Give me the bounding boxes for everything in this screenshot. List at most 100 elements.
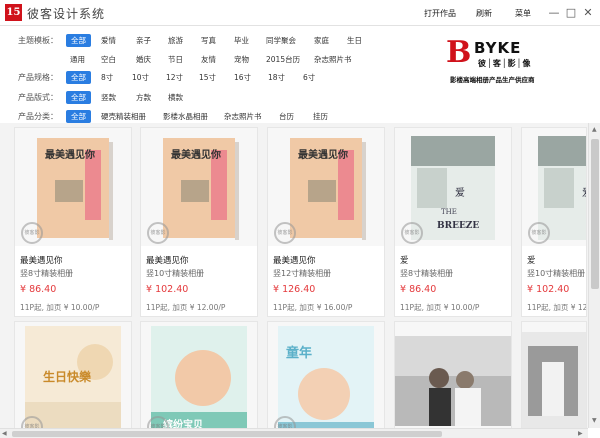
brand-name: BYKE — [474, 39, 522, 57]
product-card[interactable]: 童年 彼客影像 — [267, 321, 385, 428]
category-chip[interactable]: 影楼水晶相册 — [163, 111, 208, 122]
watermark-stamp-icon: 彼客影像 — [274, 222, 296, 244]
close-icon[interactable]: ✕ — [580, 5, 596, 21]
product-meta: 11P起, 加页 ¥ 16.00/P — [273, 303, 353, 312]
size-chip-all[interactable]: 全部 — [66, 71, 91, 84]
theme-chip[interactable]: 通用 — [70, 54, 85, 65]
category-chip[interactable]: 硬壳精装相册 — [101, 111, 146, 122]
size-chip[interactable]: 6寸 — [303, 72, 315, 83]
theme-chip[interactable]: 旅游 — [168, 35, 183, 46]
product-card[interactable]: 生日快樂 彼客影像 — [14, 321, 132, 428]
size-chip[interactable]: 12寸 — [166, 72, 183, 83]
theme-chip[interactable]: 空白 — [101, 54, 116, 65]
scroll-up-icon[interactable]: ▲ — [592, 126, 597, 133]
product-cover: 童年 彼客影像 — [268, 322, 384, 428]
style-chip[interactable]: 竖款 — [101, 92, 116, 103]
product-spec: 竖8寸精装相册 — [400, 269, 454, 278]
theme-chip[interactable]: 宠物 — [234, 54, 249, 65]
menu-button[interactable]: 菜单 — [515, 8, 531, 19]
theme-chip[interactable]: 杂志照片书 — [314, 54, 352, 65]
product-meta: 11P起, 加页 ¥ 10.00/P — [400, 303, 480, 312]
theme-chip[interactable]: 婚庆 — [136, 54, 151, 65]
brand-mark-icon: B — [446, 35, 472, 70]
cover-title: 生日快樂 — [43, 370, 92, 384]
brand-logo: B BYKE 彼│客│影│像 影楼高端相册产品生产供应商 — [444, 36, 584, 86]
product-card[interactable]: 缤纷宝贝 彼客影像 — [140, 321, 258, 428]
style-chip[interactable]: 横款 — [168, 92, 183, 103]
theme-chip[interactable]: 家庭 — [314, 35, 329, 46]
product-spec: 竖8寸精装相册 — [20, 269, 74, 278]
horizontal-scroll-thumb[interactable] — [12, 431, 442, 437]
product-price: ¥ 102.40 — [527, 284, 570, 295]
style-chip-all[interactable]: 全部 — [66, 91, 91, 104]
category-chip[interactable]: 杂志照片书 — [224, 111, 262, 122]
cover-wedding-art — [395, 336, 511, 426]
product-card[interactable] — [521, 321, 587, 428]
style-chip[interactable]: 方款 — [136, 92, 151, 103]
size-chip[interactable]: 16寸 — [234, 72, 251, 83]
brand-slogan: 影楼高端相册产品生产供应商 — [450, 76, 535, 84]
product-cover — [395, 322, 511, 428]
cover-title: 爱 — [582, 184, 586, 199]
theme-chip[interactable]: 生日 — [347, 35, 362, 46]
product-cover: 最美遇见你 彼客影像 — [141, 128, 257, 246]
size-label: 产品规格： — [18, 73, 58, 82]
cover-title: 缤纷宝贝 — [163, 420, 203, 428]
size-chip[interactable]: 15寸 — [199, 72, 216, 83]
product-meta: 11P起, 加页 ¥ 10.00/P — [20, 303, 100, 312]
maximize-icon[interactable]: □ — [563, 5, 579, 21]
category-chip[interactable]: 挂历 — [313, 111, 328, 122]
cover-baby-art — [151, 326, 247, 428]
product-card[interactable]: 最美遇见你 彼客影像 最美遇见你 竖12寸精装相册 ¥ 126.40 11P起,… — [267, 127, 385, 317]
theme-chip[interactable]: 2015台历 — [266, 54, 300, 65]
category-chip-all[interactable]: 全部 — [66, 110, 91, 123]
style-label: 产品版式： — [18, 93, 58, 102]
product-price: ¥ 86.40 — [400, 284, 437, 295]
theme-chip[interactable]: 同学聚会 — [266, 35, 296, 46]
product-name: 爱 — [527, 256, 536, 266]
cover-title: 最美遇见你 — [298, 150, 348, 161]
size-chip[interactable]: 10寸 — [132, 72, 149, 83]
product-name: 爱 — [400, 256, 409, 266]
size-chip[interactable]: 8寸 — [101, 72, 113, 83]
theme-chip[interactable]: 爱情 — [101, 35, 116, 46]
refresh-button[interactable]: 刷新 — [476, 8, 492, 19]
product-cover: THE BREEZE 爱 彼客影像 — [395, 128, 511, 246]
scroll-left-icon[interactable]: ◀ — [2, 430, 7, 437]
product-meta: 11P起, 加页 ¥ 12.00/P — [146, 303, 226, 312]
app-logo-icon: 15 — [5, 4, 22, 21]
watermark-stamp-icon: 彼客影像 — [147, 222, 169, 244]
cover-child-art — [278, 326, 374, 428]
cover-title: 最美遇见你 — [171, 150, 221, 161]
product-price: ¥ 86.40 — [20, 284, 57, 295]
watermark-stamp-icon: 彼客影像 — [401, 222, 423, 244]
theme-chip[interactable]: 写真 — [201, 35, 216, 46]
vertical-scroll-thumb[interactable] — [591, 139, 599, 289]
horizontal-scrollbar[interactable]: ◀ ▶ — [0, 428, 588, 438]
product-cover — [522, 322, 586, 428]
category-label: 产品分类： — [18, 112, 58, 121]
product-card[interactable]: 最美遇见你 彼客影像 最美遇见你 竖8寸精装相册 ¥ 86.40 11P起, 加… — [14, 127, 132, 317]
theme-chip[interactable]: 节日 — [168, 54, 183, 65]
cover-title: 最美遇见你 — [45, 150, 95, 161]
svg-text:BREEZE: BREEZE — [437, 221, 479, 231]
theme-chip-all[interactable]: 全部 — [66, 34, 91, 47]
theme-chip[interactable]: 毕业 — [234, 35, 249, 46]
vertical-scrollbar[interactable]: ▲ ▼ — [588, 123, 600, 428]
minimize-icon[interactable]: — — [546, 5, 562, 21]
watermark-stamp-icon: 彼客影像 — [528, 222, 550, 244]
scroll-down-icon[interactable]: ▼ — [592, 417, 597, 424]
svg-text:THE: THE — [441, 208, 457, 216]
theme-chip[interactable]: 亲子 — [136, 35, 151, 46]
product-cover: 生日快樂 彼客影像 — [15, 322, 131, 428]
scroll-right-icon[interactable]: ▶ — [578, 430, 583, 437]
product-card[interactable] — [394, 321, 512, 428]
product-card[interactable]: 爱 彼客影像 爱 竖10寸精装相册 ¥ 102.40 11P起, 加页 ¥ 12… — [521, 127, 587, 317]
open-work-button[interactable]: 打开作品 — [424, 8, 456, 19]
category-chip[interactable]: 台历 — [279, 111, 294, 122]
product-name: 最美遇见你 — [146, 256, 189, 266]
product-card[interactable]: THE BREEZE 爱 彼客影像 爱 竖8寸精装相册 ¥ 86.40 11P起… — [394, 127, 512, 317]
product-card[interactable]: 最美遇见你 彼客影像 最美遇见你 竖10寸精装相册 ¥ 102.40 11P起,… — [140, 127, 258, 317]
theme-chip[interactable]: 友情 — [201, 54, 216, 65]
size-chip[interactable]: 18寸 — [268, 72, 285, 83]
